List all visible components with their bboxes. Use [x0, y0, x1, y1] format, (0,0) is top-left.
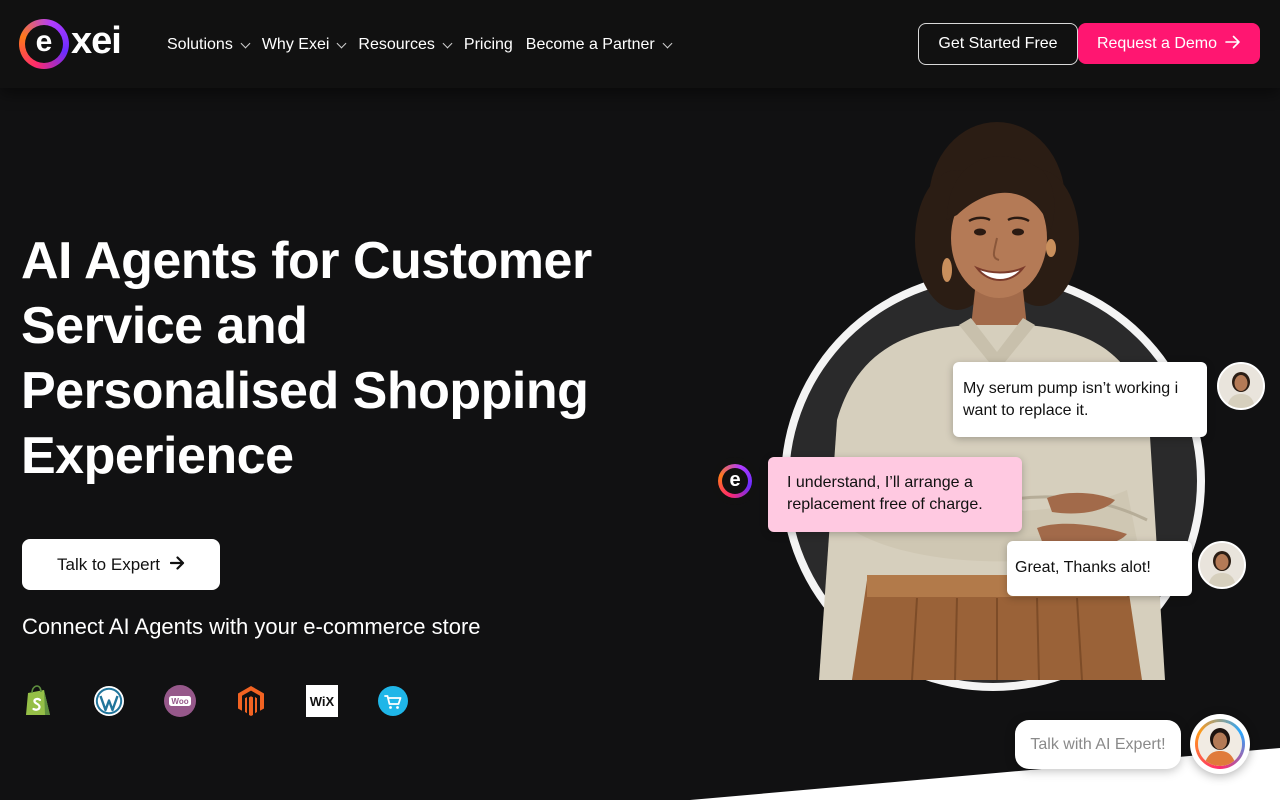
exei-bot-badge-icon: e — [711, 457, 759, 505]
main-nav: Solutions Why Exei Resources Pricing Bec… — [167, 34, 684, 56]
nav-item-why-exei[interactable]: Why Exei — [261, 36, 347, 54]
bot-badge-letter: e — [722, 468, 748, 494]
wix-text: WiX — [310, 694, 335, 709]
connect-stores-text: Connect AI Agents with your e-commerce s… — [22, 614, 481, 639]
hero-title-line: AI Agents for Customer — [21, 232, 592, 290]
talk-to-expert-button[interactable]: Talk to Expert — [22, 539, 220, 590]
nav-label: Become a Partner — [525, 36, 655, 53]
wordpress-icon[interactable] — [93, 685, 125, 717]
logo-text: xei — [71, 20, 122, 62]
hero-title-line: Service and — [21, 297, 308, 355]
request-demo-label: Request a Demo — [1096, 34, 1218, 52]
nav-item-become-partner[interactable]: Become a Partner — [525, 36, 673, 54]
chevron-down-icon — [336, 38, 347, 48]
site-header: e xei Solutions Why Exei Resources Prici… — [0, 0, 1280, 88]
magento-icon[interactable] — [235, 685, 267, 717]
shopify-icon[interactable] — [22, 685, 54, 717]
talk-with-ai-expert-button[interactable]: Talk with AI Expert! — [1015, 720, 1181, 769]
nav-label: Solutions — [167, 36, 233, 53]
logo-letter: e — [35, 25, 53, 58]
nav-label: Pricing — [463, 36, 513, 53]
hero-title-line: Personalised Shopping — [21, 362, 589, 420]
talk-to-expert-label: Talk to Expert — [57, 554, 160, 574]
woo-text: Woo — [171, 697, 188, 706]
platform-logos: Woo WiX — [22, 684, 448, 718]
arrow-right-icon — [1225, 33, 1241, 54]
nav-item-solutions[interactable]: Solutions — [167, 36, 251, 54]
woocommerce-icon[interactable]: Woo — [164, 685, 196, 717]
chat-bubble-user-1: My serum pump isn’t working i want to re… — [953, 362, 1207, 437]
chat-widget-avatar[interactable] — [1190, 714, 1250, 774]
nav-item-resources[interactable]: Resources — [358, 36, 453, 54]
get-started-free-button[interactable]: Get Started Free — [918, 23, 1078, 65]
chat-bubble-user-2: Great, Thanks alot! — [1007, 541, 1192, 596]
exei-logo[interactable]: e xei — [19, 19, 133, 69]
hero-title: AI Agents for Customer Service and Perso… — [21, 229, 661, 489]
nav-item-pricing[interactable]: Pricing — [464, 36, 513, 54]
cart-icon[interactable] — [377, 685, 409, 717]
logo-mark-icon: e — [19, 19, 69, 69]
user-avatar — [1217, 362, 1265, 410]
arrow-right-icon — [169, 554, 185, 575]
chevron-down-icon — [662, 38, 673, 48]
chevron-down-icon — [240, 38, 251, 48]
user-avatar — [1198, 541, 1246, 589]
chevron-down-icon — [442, 38, 453, 48]
request-demo-button[interactable]: Request a Demo — [1078, 23, 1260, 64]
nav-label: Why Exei — [261, 36, 330, 53]
hero-title-line: Experience — [21, 427, 294, 485]
chat-bubble-bot: I understand, I’ll arrange a replacement… — [768, 457, 1022, 532]
nav-label: Resources — [358, 36, 435, 53]
wix-icon[interactable]: WiX — [306, 685, 338, 717]
